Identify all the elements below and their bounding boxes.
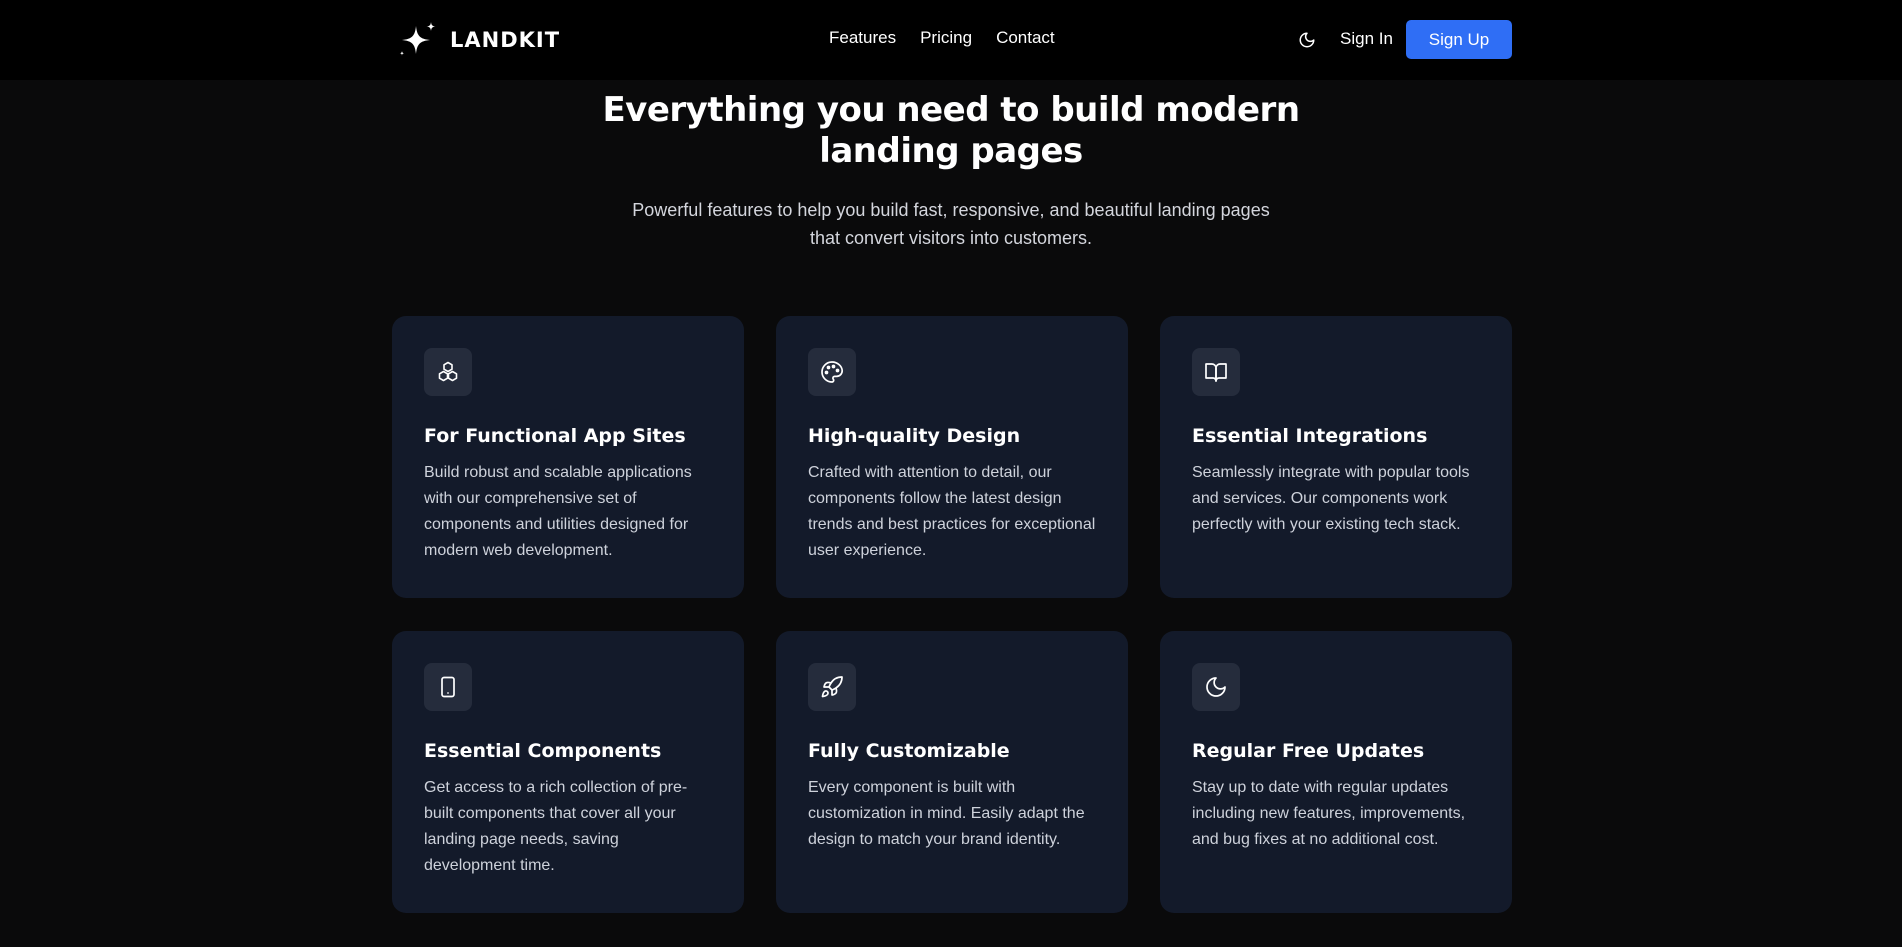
feature-description: Every component is built with customizat… — [808, 779, 1085, 848]
nav-link-pricing[interactable]: Pricing — [920, 28, 972, 48]
feature-icon-tile — [424, 348, 472, 396]
rocket-icon — [821, 676, 843, 698]
hero-title-line-2: landing pages — [819, 131, 1083, 171]
feature-card: For Functional App Sites Build robust an… — [392, 316, 744, 598]
brand-name: LANDKIT — [450, 28, 561, 52]
feature-icon-tile — [1192, 663, 1240, 711]
feature-description: Get access to a rich collection of pre-b… — [424, 779, 688, 874]
hero-subtitle-line-2: that convert visitors into customers. — [809, 228, 1093, 248]
feature-title: For Functional App Sites — [424, 425, 686, 447]
feature-icon-tile — [808, 348, 856, 396]
theme-toggle-button[interactable] — [1296, 29, 1318, 51]
feature-title: Fully Customizable — [808, 740, 1010, 762]
tablet-icon — [441, 676, 455, 698]
feature-card: Regular Free Updates Stay up to date wit… — [1160, 631, 1512, 913]
hero-title-line-1: Everything you need to build modern — [602, 90, 1300, 130]
feature-description: Stay up to date with regular updates inc… — [1192, 779, 1466, 848]
features-grid: For Functional App Sites Build robust an… — [392, 316, 1512, 913]
hero-subtitle-line-1: Powerful features to help you build fast… — [632, 200, 1270, 220]
hero-subtitle: Powerful features to help you build fast… — [601, 196, 1301, 252]
sign-in-link[interactable]: Sign In — [1340, 29, 1393, 49]
nav-link-features[interactable]: Features — [829, 28, 896, 48]
feature-description: Seamlessly integrate with popular tools … — [1192, 464, 1470, 533]
hero-title: Everything you need to build modern land… — [551, 90, 1351, 172]
sparkle-logo-icon — [399, 22, 436, 56]
feature-description: Crafted with attention to detail, our co… — [808, 464, 1096, 559]
feature-title: High-quality Design — [808, 425, 1021, 447]
feature-title: Essential Integrations — [1192, 425, 1428, 447]
feature-card: Fully Customizable Every component is bu… — [776, 631, 1128, 913]
feature-icon-tile — [1192, 348, 1240, 396]
nav-link-contact[interactable]: Contact — [996, 28, 1055, 48]
moon-icon — [1299, 32, 1315, 48]
moon-icon — [1206, 677, 1226, 697]
palette-icon — [821, 361, 844, 383]
feature-card: High-quality Design Crafted with attenti… — [776, 316, 1128, 598]
feature-card: Essential Components Get access to a ric… — [392, 631, 744, 913]
header: LANDKIT Features Pricing Contact Sign In… — [0, 0, 1902, 80]
feature-card: Essential Integrations Seamlessly integr… — [1160, 316, 1512, 598]
brand-logo[interactable]: LANDKIT — [396, 20, 560, 60]
book-open-icon — [1205, 363, 1227, 382]
sign-up-button[interactable]: Sign Up — [1406, 20, 1512, 59]
blocks-icon — [438, 361, 458, 382]
feature-description: Build robust and scalable applications w… — [424, 464, 692, 559]
feature-icon-tile — [424, 663, 472, 711]
feature-title: Essential Components — [424, 740, 662, 762]
feature-icon-tile — [808, 663, 856, 711]
feature-title: Regular Free Updates — [1192, 740, 1425, 762]
main-nav: Features Pricing Contact — [829, 28, 1055, 48]
